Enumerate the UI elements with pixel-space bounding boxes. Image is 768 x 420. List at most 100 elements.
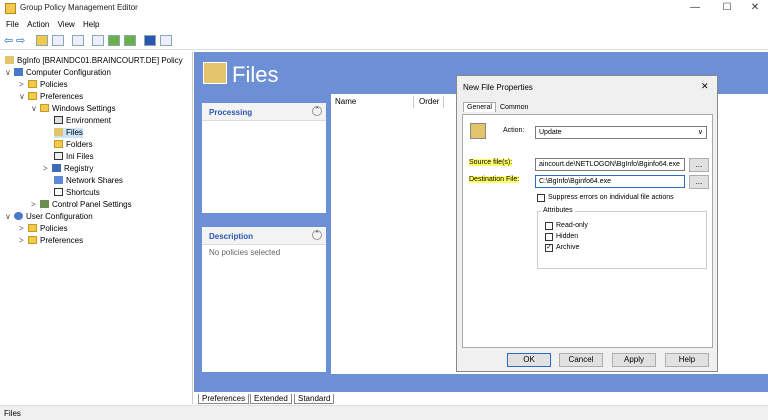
menu-bar: File Action View Help — [0, 18, 768, 32]
readonly-label: Read-only — [556, 222, 588, 229]
destination-input[interactable]: C:\BgInfo\Bginfo64.exe — [535, 175, 685, 188]
collapse-chevron-icon[interactable]: ⌃ — [312, 230, 322, 240]
folder-icon — [54, 140, 63, 148]
computer-icon — [14, 68, 23, 76]
menu-file[interactable]: File — [6, 20, 19, 29]
export-icon[interactable] — [124, 35, 136, 46]
tree-windows-settings[interactable]: ∨ Windows Settings — [31, 104, 116, 114]
help-button[interactable]: Help — [665, 353, 709, 367]
new-file-properties-dialog: New File Properties ✕ General Common Act… — [456, 75, 718, 372]
tree-registry[interactable]: > Registry — [43, 164, 93, 174]
action-select-value: Update — [539, 129, 562, 136]
column-divider — [443, 96, 444, 108]
properties-icon[interactable] — [160, 35, 172, 46]
toolbar: ⇦ ⇨ — [0, 32, 768, 50]
delete-icon[interactable] — [72, 35, 84, 46]
source-input[interactable]: aincourt.de\NETLOGON\BgInfo\Bginfo64.exe — [535, 158, 685, 171]
control-panel-icon — [40, 200, 49, 208]
window-title: Group Policy Management Editor — [20, 3, 138, 12]
tree-ini-files[interactable]: Ini Files — [54, 152, 94, 162]
action-label: Action: — [503, 127, 525, 134]
tree-user-config[interactable]: ∨ User Configuration — [5, 212, 93, 222]
menu-action[interactable]: Action — [27, 20, 49, 29]
ini-file-icon — [54, 152, 63, 160]
files-header-icon — [203, 62, 227, 84]
ok-button[interactable]: OK — [507, 353, 551, 367]
description-label: Description — [209, 232, 254, 241]
back-arrow-icon[interactable]: ⇦ — [4, 34, 13, 47]
action-select[interactable]: Update ∨ — [535, 126, 707, 139]
expand-icon[interactable]: > — [43, 164, 52, 174]
menu-view[interactable]: View — [58, 20, 75, 29]
hidden-checkbox[interactable] — [545, 233, 553, 241]
app-icon — [5, 3, 16, 14]
suppress-errors-checkbox[interactable] — [537, 194, 545, 202]
tree-control-panel[interactable]: > Control Panel Settings — [31, 200, 132, 210]
registry-icon — [52, 164, 61, 172]
files-icon — [54, 128, 63, 136]
forward-arrow-icon[interactable]: ⇨ — [16, 34, 25, 47]
expand-icon[interactable]: > — [19, 80, 28, 90]
tab-common[interactable]: Common — [497, 104, 531, 111]
column-name[interactable]: Name — [335, 97, 356, 106]
dialog-close-button[interactable]: ✕ — [701, 81, 709, 92]
tree-computer-config[interactable]: ∨ Computer Configuration — [5, 68, 111, 78]
folder-icon — [28, 236, 37, 244]
processing-header[interactable]: Processing ⌃ — [202, 103, 326, 121]
tree-uc-policies[interactable]: > Policies — [19, 224, 68, 234]
expand-icon[interactable]: > — [19, 236, 28, 246]
refresh-icon[interactable] — [108, 35, 120, 46]
tab-preferences[interactable]: Preferences — [198, 394, 250, 404]
tree-shortcuts[interactable]: Shortcuts — [54, 188, 100, 198]
suppress-errors-label: Suppress errors on individual file actio… — [548, 194, 674, 201]
maximize-button[interactable]: ☐ — [712, 2, 742, 16]
column-order[interactable]: Order — [419, 97, 439, 106]
tab-extended[interactable]: Extended — [250, 394, 292, 404]
menu-help[interactable]: Help — [83, 20, 99, 29]
console-tree: BgInfo [BRAINDC01.BRAINCOURT.DE] Policy … — [0, 52, 193, 404]
up-folder-icon[interactable] — [36, 35, 48, 46]
print-icon[interactable] — [92, 35, 104, 46]
collapse-chevron-icon[interactable]: ⌃ — [312, 106, 322, 116]
collapse-icon[interactable]: ∨ — [19, 92, 28, 102]
tree-root[interactable]: BgInfo [BRAINDC01.BRAINCOURT.DE] Policy — [5, 56, 183, 66]
tree-network-shares[interactable]: Network Shares — [54, 176, 123, 186]
readonly-checkbox[interactable] — [545, 222, 553, 230]
folder-icon — [28, 80, 37, 88]
tree-environment[interactable]: Environment — [54, 116, 111, 126]
environment-icon — [54, 116, 63, 124]
tab-standard[interactable]: Standard — [294, 394, 335, 404]
cancel-button[interactable]: Cancel — [559, 353, 603, 367]
close-button[interactable]: ✕ — [740, 2, 768, 16]
dialog-title: New File Properties — [463, 83, 533, 92]
tree-cc-policies[interactable]: > Policies — [19, 80, 68, 90]
folder-icon — [40, 104, 49, 112]
tab-general[interactable]: General — [463, 102, 496, 112]
source-label: Source file(s): — [469, 159, 513, 166]
general-tab-panel: Action: Update ∨ Source file(s): aincourt… — [462, 114, 713, 348]
collapse-icon[interactable]: ∨ — [5, 68, 14, 78]
archive-checkbox[interactable]: ✓ — [545, 244, 553, 252]
expand-icon[interactable]: > — [31, 200, 40, 210]
tree-files[interactable]: Files — [54, 128, 83, 138]
column-divider — [413, 96, 414, 108]
attributes-label: Attributes — [541, 207, 575, 214]
tree-uc-preferences[interactable]: > Preferences — [19, 236, 83, 246]
apply-button[interactable]: Apply — [612, 353, 656, 367]
policy-icon — [5, 56, 14, 64]
hidden-label: Hidden — [556, 233, 579, 240]
collapse-icon[interactable]: ∨ — [31, 104, 40, 114]
collapse-icon[interactable]: ∨ — [5, 212, 14, 222]
help-icon[interactable] — [144, 35, 156, 46]
view-tabs: Preferences Extended Standard — [194, 393, 768, 405]
show-hide-tree-icon[interactable] — [52, 35, 64, 46]
minimize-button[interactable]: — — [680, 2, 710, 16]
destination-browse-button[interactable]: ... — [689, 175, 709, 189]
expand-icon[interactable]: > — [19, 224, 28, 234]
source-browse-button[interactable]: ... — [689, 158, 709, 172]
tree-folders[interactable]: Folders — [54, 140, 93, 150]
description-header[interactable]: Description ⌃ — [202, 227, 326, 245]
archive-label: Archive — [556, 244, 580, 251]
folder-icon — [28, 224, 37, 232]
tree-cc-preferences[interactable]: ∨ Preferences — [19, 92, 83, 102]
